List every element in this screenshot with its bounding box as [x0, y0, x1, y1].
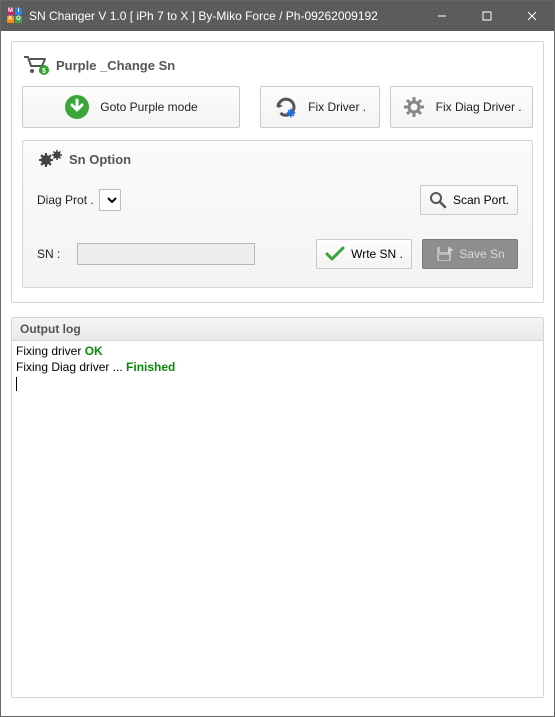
log-status-ok: OK — [85, 344, 103, 358]
magnifier-icon — [429, 191, 447, 209]
titlebar: MIKO SN Changer V 1.0 [ iPh 7 to X ] By-… — [1, 1, 554, 31]
sn-label: SN : — [37, 247, 77, 261]
sn-option-group: Sn Option Diag Prot . Scan Port. — [22, 140, 533, 288]
gears-icon — [37, 149, 65, 169]
log-status-finished: Finished — [126, 360, 175, 374]
fix-diag-driver-label: Fix Diag Driver . — [436, 100, 522, 114]
app-icon: MIKO — [7, 8, 23, 24]
window-title: SN Changer V 1.0 [ iPh 7 to X ] By-Miko … — [29, 9, 419, 23]
fix-diag-driver-button[interactable]: Fix Diag Driver . — [390, 86, 533, 128]
refresh-gear-icon — [274, 95, 298, 119]
fix-driver-button[interactable]: Fix Driver . — [260, 86, 380, 128]
goto-purple-label: Goto Purple mode — [100, 100, 197, 114]
diag-port-label: Diag Prot . — [37, 193, 99, 207]
diag-port-select[interactable] — [99, 189, 121, 211]
scan-port-button[interactable]: Scan Port. — [420, 185, 518, 215]
fix-driver-label: Fix Driver . — [308, 100, 366, 114]
cart-dollar-icon: $ — [22, 54, 50, 76]
section-header: $ Purple _Change Sn — [22, 54, 533, 76]
main-panel: $ Purple _Change Sn Goto Purple mode — [11, 41, 544, 303]
text-cursor — [16, 377, 17, 391]
log-line: Fixing driver — [16, 344, 85, 358]
gear-icon — [402, 95, 426, 119]
maximize-button[interactable] — [464, 1, 509, 31]
output-log-group: Output log Fixing driver OK Fixing Diag … — [11, 317, 544, 698]
checkmark-icon — [325, 246, 345, 262]
write-sn-button[interactable]: Wrte SN . — [316, 239, 412, 269]
scan-port-label: Scan Port. — [453, 193, 509, 207]
output-log[interactable]: Fixing driver OK Fixing Diag driver ... … — [12, 341, 543, 697]
write-sn-label: Wrte SN . — [351, 247, 403, 261]
output-log-title: Output log — [12, 318, 543, 341]
log-line: Fixing Diag driver ... — [16, 360, 126, 374]
save-sn-button: Save Sn — [422, 239, 518, 269]
svg-text:$: $ — [42, 68, 46, 75]
minimize-button[interactable] — [419, 1, 464, 31]
goto-purple-button[interactable]: Goto Purple mode — [22, 86, 240, 128]
download-circle-icon — [64, 94, 90, 120]
save-icon — [435, 245, 453, 263]
groupbox-title: Sn Option — [69, 152, 131, 167]
section-title: Purple _Change Sn — [56, 58, 175, 73]
save-sn-label: Save Sn — [459, 247, 504, 261]
sn-input[interactable] — [77, 243, 255, 265]
close-button[interactable] — [509, 1, 554, 31]
